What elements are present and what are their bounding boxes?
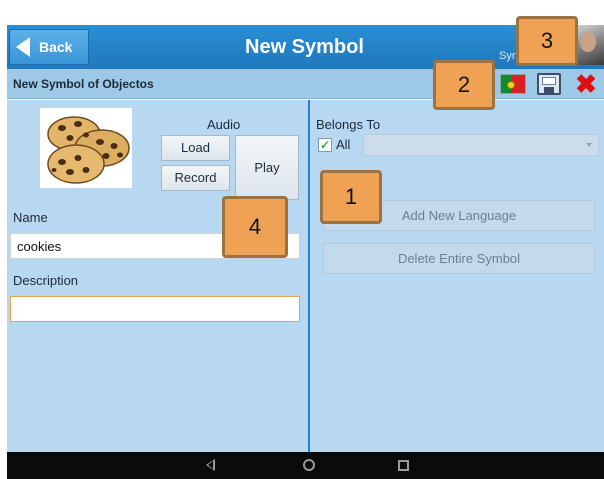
flag-seal	[507, 81, 515, 89]
nav-recent-apps-icon[interactable]	[398, 460, 409, 471]
floppy-slot	[544, 87, 554, 93]
subheader-title: New Symbol of Objectos	[13, 77, 154, 91]
play-audio-button[interactable]: Play	[235, 135, 299, 200]
nav-home-icon[interactable]	[303, 459, 315, 471]
callout-1: 1	[320, 170, 382, 224]
callout-2: 2	[433, 60, 495, 110]
page-title: New Symbol	[245, 36, 364, 58]
top-bar: Back New Symbol Syn	[7, 25, 604, 69]
audio-label: Audio	[207, 117, 241, 132]
all-checkbox-label: All	[336, 137, 351, 152]
dropdown-arrow-icon	[586, 143, 592, 147]
callout-3: 3	[516, 16, 578, 66]
back-button[interactable]: Back	[9, 29, 89, 65]
cookie-image	[40, 108, 132, 188]
name-label: Name	[13, 210, 48, 225]
portugal-flag-icon[interactable]	[500, 74, 526, 94]
android-nav-bar	[7, 452, 604, 479]
main-content: Audio Load Record Play Name Description …	[7, 100, 604, 452]
back-button-label: Back	[39, 39, 73, 55]
floppy-label	[542, 77, 556, 85]
callout-4: 4	[222, 196, 288, 258]
load-audio-button[interactable]: Load	[161, 135, 230, 161]
close-icon[interactable]: ✖	[572, 71, 600, 97]
sub-header: New Symbol of Objectos ✖	[7, 69, 604, 99]
back-arrow-icon	[16, 37, 30, 57]
panel-divider	[308, 100, 310, 452]
description-field[interactable]	[10, 296, 300, 322]
floppy-disk-icon[interactable]	[537, 73, 561, 95]
description-label: Description	[13, 273, 79, 288]
all-checkbox[interactable]: ✓	[318, 138, 332, 152]
belongs-to-select[interactable]	[363, 134, 599, 156]
belongs-to-label: Belongs To	[316, 117, 381, 132]
delete-entire-symbol-button[interactable]: Delete Entire Symbol	[323, 243, 595, 274]
record-audio-button[interactable]: Record	[161, 165, 230, 191]
app-window: Back New Symbol Syn New Symbol of Object…	[7, 25, 604, 479]
nav-back-icon[interactable]	[206, 459, 215, 471]
